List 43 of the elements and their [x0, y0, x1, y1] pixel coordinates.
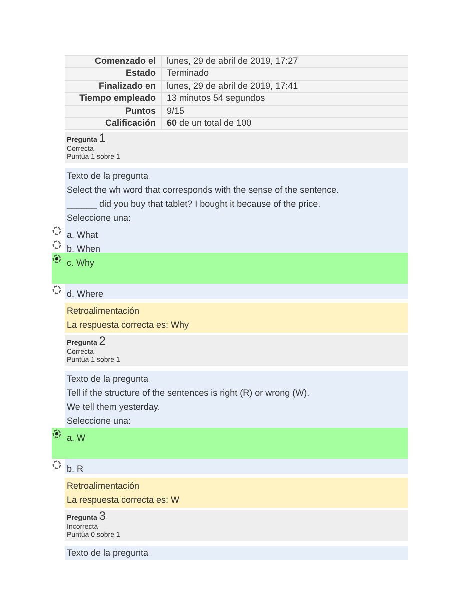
- summary-label: Calificación: [65, 118, 162, 130]
- question-text: ______ did you buy that tablet? I bought it because of the price.: [66, 198, 322, 212]
- answer-option: b. When: [67, 240, 101, 254]
- answer-row[interactable]: a. What: [52, 225, 408, 240]
- correct-answer-row[interactable]: a. W: [52, 428, 408, 460]
- summary-label: Estado: [65, 68, 162, 80]
- question-text-heading: Texto de la pregunta: [66, 373, 150, 386]
- summary-label: Tiempo empleado: [65, 93, 162, 105]
- summary-value: 60 de un total de 100: [166, 118, 252, 130]
- radio-icon[interactable]: [52, 460, 62, 470]
- summary-value: 13 minutos 54 segundos: [166, 93, 266, 105]
- correct-answer-row[interactable]: c. Why: [52, 253, 408, 284]
- answer-option: b. R: [67, 460, 84, 474]
- summary-value: lunes, 29 de abril de 2019, 17:27: [166, 56, 298, 68]
- answer-option: d. Where: [67, 285, 104, 300]
- question-text-heading: Texto de la pregunta: [66, 170, 150, 184]
- answer-prompt: Seleccione una:: [66, 415, 132, 428]
- answer-prompt: Seleccione una:: [66, 212, 132, 226]
- feedback-text: La respuesta correcta es: W: [66, 494, 181, 508]
- radio-icon[interactable]: [52, 254, 62, 264]
- question-text: Tell if the structure of the sentences is right (R) or wrong (W).: [66, 387, 311, 400]
- summary-label: Finalizado en: [65, 80, 162, 92]
- answer-option: c. Why: [67, 254, 95, 268]
- feedback-heading: Retroalimentación: [66, 305, 141, 318]
- radio-icon[interactable]: [52, 429, 62, 440]
- radio-icon[interactable]: [52, 226, 62, 236]
- answer-option: a. What: [67, 226, 98, 240]
- question-text: Select the wh word that corresponds with the sense of the sentence.: [66, 184, 340, 198]
- radio-icon[interactable]: [52, 240, 62, 250]
- answer-row[interactable]: b. R: [52, 459, 408, 474]
- feedback-heading: Retroalimentación: [66, 480, 141, 494]
- radio-icon[interactable]: [52, 285, 62, 296]
- summary-label: Puntos: [65, 106, 162, 118]
- answer-row[interactable]: b. When: [52, 239, 408, 254]
- summary-label: Comenzado el: [65, 56, 162, 68]
- summary-value: 9/15: [166, 106, 185, 118]
- feedback-text: La respuesta correcta es: Why: [66, 319, 190, 332]
- summary-value: lunes, 29 de abril de 2019, 17:41: [166, 80, 298, 92]
- answer-option: a. W: [67, 429, 86, 444]
- summary-value: Terminado: [166, 68, 210, 80]
- question-text: We tell them yesterday.: [66, 401, 162, 414]
- answer-row[interactable]: d. Where: [52, 284, 408, 298]
- question-text-heading: Texto de la pregunta: [66, 547, 150, 560]
